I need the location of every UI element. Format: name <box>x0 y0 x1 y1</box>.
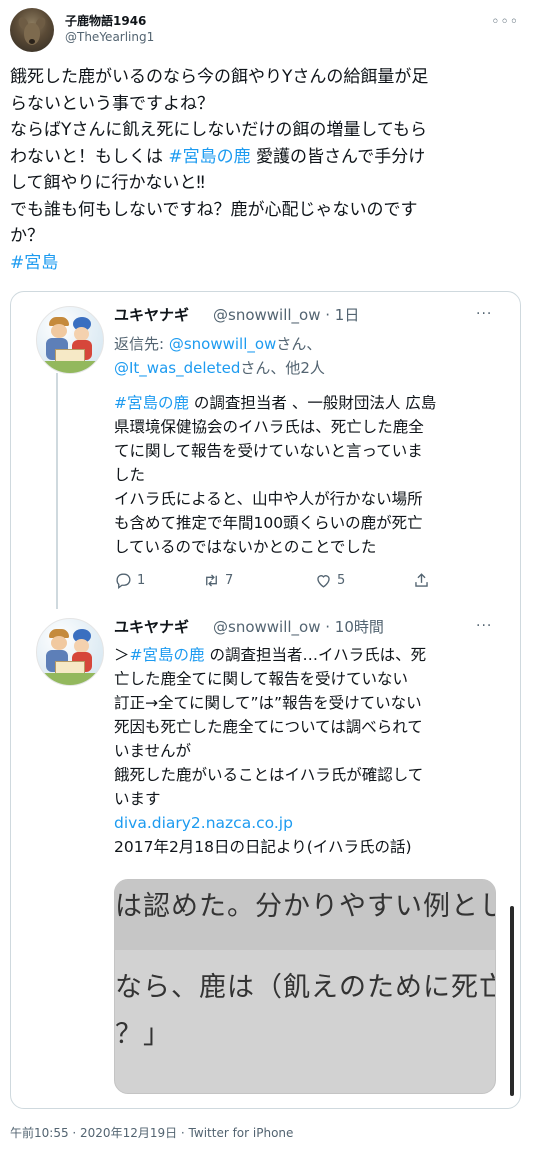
quoted-avatar-2[interactable] <box>36 618 104 686</box>
thread-connector-line <box>56 373 58 609</box>
quoted-author-name-2[interactable]: ユキヤナギ <box>114 616 189 637</box>
text-segment: 亡した鹿全てに関して報告を受けていない <box>114 670 409 688</box>
quoted-tweet-body-1: #宮島の鹿 の調査担当者 、一般財団法人 広島県環境保健協会のイハラ氏は、死亡し… <box>114 391 436 559</box>
text-segment: 訂正→全てに関して”は”報告を受けていない <box>114 694 422 712</box>
share-icon <box>415 572 428 587</box>
quoted-author-name-1[interactable]: ユキヤナギ <box>114 304 189 325</box>
quoted.first.lines.-line: #宮島の鹿 の調査担当者 、一般財団法人 広島 <box>114 391 436 415</box>
retweet-action[interactable]: 7 <box>202 568 233 592</box>
tweet-line: #宮島 <box>10 250 525 277</box>
text-segment: しているのではないかとのことでした <box>114 538 377 556</box>
image-text-line-2: なら、鹿は（飢えのために死亡 <box>115 972 496 1003</box>
text-segment: らないという事ですよね？ <box>10 93 214 114</box>
reply-icon <box>116 572 131 589</box>
hashtag-link[interactable]: #宮島の鹿 <box>168 147 250 167</box>
reply-action[interactable]: 1 <box>114 568 145 592</box>
scrollbar[interactable] <box>510 906 514 1096</box>
quoted-more-icon-2[interactable]: ··· <box>476 618 492 634</box>
tweet-line: 餓死した鹿がいるのなら今の餌やりYさんの給餌量が足 <box>10 64 525 91</box>
quoted-actions: 1 7 5 <box>114 568 434 592</box>
reply-mention-1[interactable]: @snowwill_ow <box>169 335 276 353</box>
text-segment: イハラ氏によると、山中や人が行かない場所 <box>114 490 423 508</box>
hashtag-link[interactable]: #宮島の鹿 <box>130 646 205 664</box>
share-action[interactable] <box>412 568 435 592</box>
replying-suffix-1: さん、 <box>276 335 322 353</box>
quoted.first.lines.-line: 県環境保健協会のイハラ氏は、死亡した鹿全 <box>114 415 436 439</box>
replying-to: 返信先: @snowwill_owさん、 @It_was_deletedさん、他… <box>114 332 325 380</box>
deer-nose <box>29 39 35 44</box>
text-segment: 愛護の皆さんで手分け <box>250 146 426 167</box>
retweet-icon <box>206 573 217 587</box>
quoted.second.lines.-line: diva.diary2.nazca.co.jp <box>114 811 426 835</box>
text-segment: の調査担当者 、一般財団法人 広島 <box>189 394 437 412</box>
text-segment: 餓死した鹿がいるのなら今の餌やりYさんの給餌量が足 <box>10 67 429 87</box>
text-segment: して餌やりに行かないと‼ <box>10 173 205 193</box>
quoted.second.lines.-line: います <box>114 787 426 811</box>
hashtag-link[interactable]: diva.diary2.nazca.co.jp <box>114 814 293 832</box>
quoted.first.lines.-line: した <box>114 463 436 487</box>
like-count: 5 <box>337 572 346 588</box>
quoted-avatar-1[interactable] <box>36 306 104 374</box>
text-segment: ＞ <box>114 646 130 664</box>
quoted-more-icon-1[interactable]: ··· <box>476 306 492 322</box>
text-segment: か？ <box>10 226 44 246</box>
text-segment: 餓死した鹿がいることはイハラ氏が確認して <box>114 766 424 784</box>
quoted-author-meta-1[interactable]: @snowwill_ow · 1日 <box>213 304 359 325</box>
quoted-tweet-body-2: ＞#宮島の鹿 の調査担当者…イハラ氏は、死亡した鹿全てに関して報告を受けていない… <box>114 643 426 859</box>
text-segment: も含めて推定で年間100頭くらいの鹿が死亡 <box>114 514 423 532</box>
author-handle[interactable]: @TheYearling1 <box>65 30 154 44</box>
text-segment: 2017年2月18日の日記より(イハラ氏の話) <box>114 838 412 856</box>
text-segment: の調査担当者…イハラ氏は、死 <box>204 646 427 664</box>
tweet-header: 子鹿物語1946 @TheYearling1 ◦◦◦ <box>10 8 523 52</box>
tweet-line: して餌やりに行かないと‼ <box>10 170 525 197</box>
hashtag-link[interactable]: #宮島の鹿 <box>114 394 189 412</box>
quoted.second.lines.-line: 餓死した鹿がいることはイハラ氏が確認して <box>114 763 426 787</box>
tweet-line: か？ <box>10 223 525 250</box>
quoted.first.lines.-line: も含めて推定で年間100頭くらいの鹿が死亡 <box>114 511 436 535</box>
tweet-body: 餓死した鹿がいるのなら今の餌やりYさんの給餌量が足 らないという事ですよね？ ならば… <box>10 64 525 276</box>
reply-count: 1 <box>137 572 146 588</box>
tweet-line: ならばYさんに飢え死にしないだけの餌の増量してもら <box>10 117 525 144</box>
quoted.second.lines.-line: いませんが <box>114 739 426 763</box>
image-text-line-3: ？」 <box>115 1019 171 1050</box>
reply-mention-2[interactable]: @It_was_deleted <box>114 359 240 377</box>
quoted.second.lines.-line: ＞#宮島の鹿 の調査担当者…イハラ氏は、死 <box>114 643 426 667</box>
image-text-line-1: は認めた。分かりやすい例とし <box>115 891 496 922</box>
text-segment: 県環境保健協会のイハラ氏は、死亡した鹿全 <box>114 418 424 436</box>
quoted.first.lines.-line: イハラ氏によると、山中や人が行かない場所 <box>114 487 436 511</box>
text-segment: います <box>114 790 161 808</box>
text-segment: 死因も死亡した鹿全てについては調べられて <box>114 718 423 736</box>
tweet-line: でも誰も何もしないですね？鹿が心配じゃないのです <box>10 197 525 224</box>
quoted.second.lines.-line: 2017年2月18日の日記より(イハラ氏の話) <box>114 835 426 859</box>
text-segment: てに関して報告を受けていないと言っていま <box>114 442 423 460</box>
text-segment: でも誰も何もしないですね？鹿が心配じゃないのです <box>10 199 418 220</box>
quoted.second.lines.-line: 死因も死亡した鹿全てについては調べられて <box>114 715 426 739</box>
quoted.first.lines.-line: てに関して報告を受けていないと言っていま <box>114 439 436 463</box>
hashtag-link[interactable]: #宮島 <box>10 253 58 273</box>
heart-icon <box>317 574 330 588</box>
author-name[interactable]: 子鹿物語1946 <box>65 12 146 29</box>
replying-suffix-2: さん、他2人 <box>240 359 325 377</box>
author-avatar[interactable] <box>10 8 54 52</box>
text-segment: いませんが <box>114 742 192 760</box>
quoted.second.lines.-line: 訂正→全てに関して”は”報告を受けていない <box>114 691 426 715</box>
tweet-line: わないと！もしくは #宮島の鹿 愛護の皆さんで手分け <box>10 144 525 171</box>
more-options-icon[interactable]: ◦◦◦ <box>491 14 519 30</box>
quoted.second.lines.-line: 亡した鹿全てに関して報告を受けていない <box>114 667 426 691</box>
tweet-timestamp: 午前10:55 · 2020年12月19日 · Twitter for iPho… <box>10 1126 294 1140</box>
text-segment: ならばYさんに飢え死にしないだけの餌の増量してもら <box>10 120 428 140</box>
replying-prefix: 返信先: <box>114 335 169 353</box>
tweet-line: らないという事ですよね？ <box>10 91 525 118</box>
quoted.first.lines.-line: しているのではないかとのことでした <box>114 535 436 559</box>
like-action[interactable]: 5 <box>314 568 345 592</box>
retweet-count: 7 <box>225 572 234 588</box>
attached-image[interactable]: は認めた。分かりやすい例とし なら、鹿は（飢えのために死亡 ？」 <box>114 879 496 1094</box>
quoted-author-meta-2[interactable]: @snowwill_ow · 10時間 <box>213 616 384 637</box>
text-segment: わないと！もしくは <box>10 146 169 167</box>
text-segment: した <box>114 466 146 484</box>
